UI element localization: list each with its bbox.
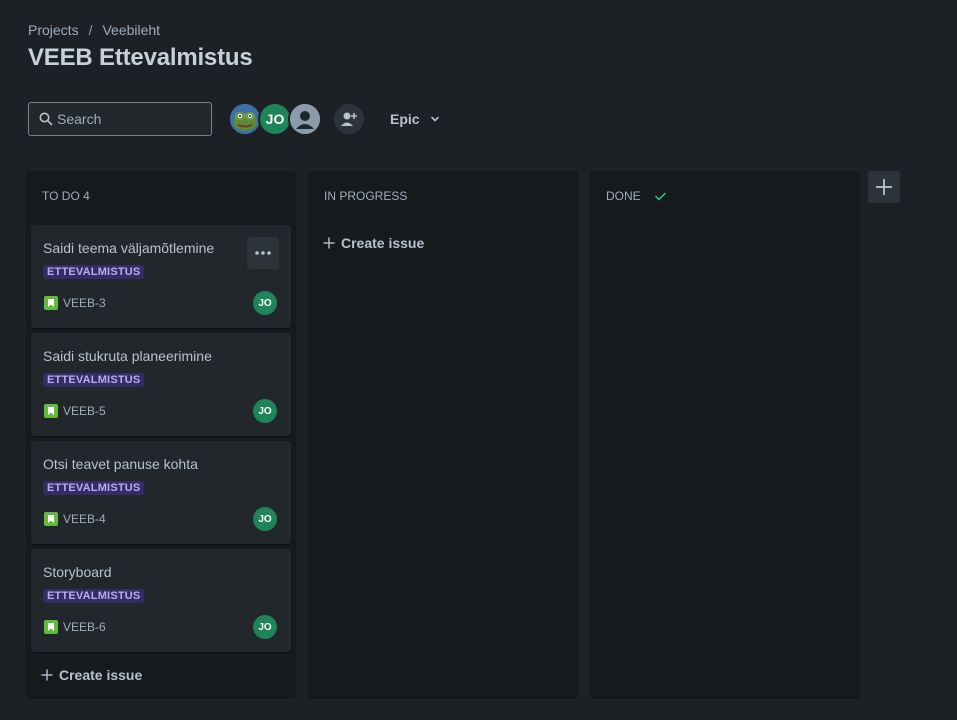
issue-title: Saidi stukruta planeerimine [43,348,212,364]
column-done: DONE [590,171,860,699]
issue-title: Saidi teema väljamõtlemine [43,240,215,256]
avatar-user-2[interactable]: JO [258,102,292,136]
epic-label[interactable]: ETTEVALMISTUS [43,265,145,279]
issue-card[interactable]: Otsi teavet panuse kohta ETTEVALMISTUS V… [31,441,291,544]
create-issue-button-in-progress[interactable]: Create issue [323,235,424,251]
column-header-in-progress: IN PROGRESS [324,189,407,203]
assignee-avatar[interactable]: JO [253,291,277,315]
story-icon [44,512,58,526]
epic-label[interactable]: ETTEVALMISTUS [43,481,145,495]
toolbar: JO Epic [28,102,440,136]
column-title-done: DONE [606,189,641,203]
more-icon [255,251,271,255]
create-issue-label: Create issue [59,667,143,683]
add-column-button[interactable] [868,171,900,203]
issue-card[interactable]: Storyboard ETTEVALMISTUS VEEB-6 JO [31,549,291,652]
plus-icon [323,237,335,249]
story-icon [44,296,58,310]
avatar-group: JO [228,102,366,136]
breadcrumb: Projects / Veebileht [28,22,160,38]
issue-key-text: VEEB-3 [63,296,106,310]
story-icon [44,404,58,418]
search-box[interactable] [28,102,212,136]
breadcrumb-separator: / [88,22,93,38]
issue-key[interactable]: VEEB-5 [44,404,106,418]
more-actions-button[interactable] [247,237,279,269]
search-icon [39,112,53,126]
page-title: VEEB Ettevalmistus [28,44,253,71]
breadcrumb-project[interactable]: Veebileht [102,22,160,38]
assignee-avatar[interactable]: JO [253,399,277,423]
issue-title: Otsi teavet panuse kohta [43,456,198,472]
breadcrumb-projects[interactable]: Projects [28,22,79,38]
issue-card[interactable]: Saidi stukruta planeerimine ETTEVALMISTU… [31,333,291,436]
issue-key-text: VEEB-4 [63,512,106,526]
create-issue-label: Create issue [341,235,425,251]
chevron-down-icon [430,116,439,122]
add-people-button[interactable] [332,102,366,136]
issue-key-text: VEEB-5 [63,404,106,418]
issue-key[interactable]: VEEB-3 [44,296,106,310]
column-todo: TO DO 4 Saidi teema väljamõtlemine ETTEV… [26,171,296,699]
epic-label[interactable]: ETTEVALMISTUS [43,373,145,387]
check-icon [654,192,666,201]
story-icon [44,620,58,634]
frog-avatar-image [230,104,260,134]
search-input[interactable] [29,103,211,135]
issue-card[interactable]: Saidi teema väljamõtlemine ETTEVALMISTUS… [31,225,291,328]
epic-label[interactable]: ETTEVALMISTUS [43,589,145,603]
avatar-user-3[interactable] [288,102,322,136]
issue-key-text: VEEB-6 [63,620,106,634]
plus-icon [41,669,53,681]
add-person-icon [341,112,357,126]
epic-filter-label: Epic [390,111,420,127]
epic-filter-button[interactable]: Epic [390,111,440,127]
issue-title: Storyboard [43,564,112,580]
column-header-done: DONE [606,189,666,203]
plus-icon [876,179,892,195]
column-title-in-progress: IN PROGRESS [324,189,408,203]
assignee-avatar[interactable]: JO [253,507,277,531]
avatar-user-1[interactable] [228,102,262,136]
column-title-todo: TO DO 4 [42,189,90,203]
assignee-avatar[interactable]: JO [253,615,277,639]
issue-key[interactable]: VEEB-6 [44,620,106,634]
issue-key[interactable]: VEEB-4 [44,512,106,526]
column-header-todo: TO DO 4 [42,189,90,203]
person-icon [290,104,320,134]
column-in-progress: IN PROGRESS Create issue [308,171,578,699]
create-issue-button-todo[interactable]: Create issue [41,667,142,683]
